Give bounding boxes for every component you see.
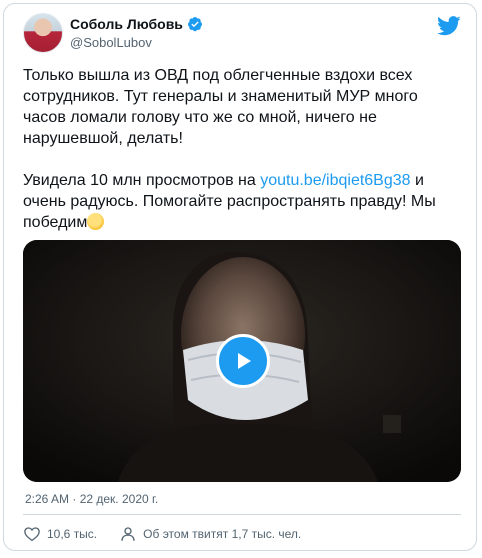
tweet-timestamp[interactable]: 2:26 AM · 22 дек. 2020 г. [25, 492, 158, 506]
video-player[interactable] [23, 240, 461, 482]
tweet-text-before-link: Увидела 10 млн просмотров на [23, 172, 261, 189]
verified-badge-icon [187, 16, 203, 32]
play-button[interactable] [216, 334, 270, 388]
retweeters-button[interactable]: Об этом твитят 1,7 тыс. чел. [119, 525, 301, 543]
tweet-card: Соболь Любовь @SobolLubov Только вышла и… [3, 3, 477, 551]
tweet-paragraph-1: Только вышла из ОВД под облегченные вздо… [23, 67, 418, 147]
like-button[interactable]: 10,6 тыс. [23, 525, 97, 543]
tweet-actions: 10,6 тыс. Об этом твитят 1,7 тыс. чел. [23, 525, 301, 543]
tweet-paragraph-2: Увидела 10 млн просмотров на youtu.be/ib… [23, 170, 443, 233]
person-icon [119, 525, 137, 543]
tweet-text: Только вышла из ОВД под облегченные вздо… [23, 65, 443, 233]
author-name-row[interactable]: Соболь Любовь [70, 16, 203, 32]
retweeters-text: Об этом твитят 1,7 тыс. чел. [143, 527, 302, 541]
avatar[interactable] [23, 13, 63, 53]
author-handle[interactable]: @SobolLubov [70, 35, 152, 50]
like-count: 10,6 тыс. [47, 527, 98, 541]
youtube-link[interactable]: youtu.be/ibqiet6Bg38 [260, 172, 410, 189]
play-icon [238, 353, 251, 369]
author-name[interactable]: Соболь Любовь [70, 16, 183, 32]
heart-icon [23, 525, 41, 543]
fist-emoji [87, 213, 105, 230]
divider [23, 514, 461, 515]
twitter-bird-icon[interactable] [437, 16, 461, 36]
